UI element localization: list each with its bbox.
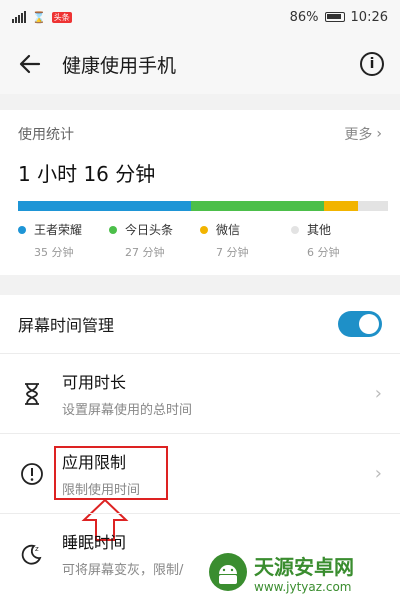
- usage-legend: 王者荣耀 35 分钟 今日头条 27 分钟 微信 7 分钟 其他 6 分钟: [18, 221, 382, 260]
- back-button[interactable]: [16, 50, 44, 78]
- list-item-app-limit[interactable]: 应用限制 限制使用时间 ›: [0, 433, 400, 541]
- list-item-usage-duration[interactable]: 可用时长 设置屏幕使用的总时间 ›: [0, 353, 400, 433]
- battery-icon: [324, 12, 345, 22]
- clock: 10:26: [350, 9, 388, 25]
- legend-item: 王者荣耀 35 分钟: [18, 221, 109, 260]
- back-arrow-icon: [19, 54, 41, 74]
- legend-dot: [200, 225, 208, 234]
- legend-dot: [18, 225, 26, 234]
- legend-item: 微信 7 分钟: [200, 221, 291, 260]
- legend-dot: [109, 225, 117, 234]
- item-title: 可用时长: [62, 373, 127, 392]
- status-left: ⌛ 头条: [12, 11, 72, 24]
- usage-bar-segment: [358, 201, 388, 211]
- alert-circle-icon: [18, 460, 46, 488]
- legend-app-minutes: 35 分钟: [34, 246, 74, 259]
- usage-bar: [18, 201, 388, 211]
- screen: ⌛ 头条 86% 10:26 健康使用手机 i 使用统计 更多 › 1 小时 1…: [0, 0, 400, 600]
- chevron-right-icon: ›: [374, 383, 382, 404]
- legend-app-name: 王者荣耀: [34, 223, 83, 237]
- info-icon: i: [369, 56, 375, 72]
- usage-label: 使用统计: [18, 127, 74, 143]
- usage-bar-segment: [190, 201, 324, 211]
- screen-time-toggle[interactable]: [338, 311, 382, 337]
- legend-app-name: 微信: [216, 223, 241, 237]
- usage-bar-segment: [323, 201, 359, 211]
- news-app-icon: 头条: [51, 11, 72, 23]
- status-right: 86% 10:26: [290, 10, 388, 25]
- screen-time-label: 屏幕时间管理: [18, 316, 115, 335]
- legend-app-minutes: 27 分钟: [125, 246, 165, 259]
- watermark-url: www.jytyaz.com: [254, 579, 352, 594]
- usage-bar-segment: [18, 201, 191, 211]
- more-link[interactable]: 更多 ›: [344, 124, 382, 144]
- watermark: 天源安卓网 www.jytyaz.com: [208, 548, 398, 596]
- item-subtitle: 设置屏幕使用的总时间: [62, 403, 193, 418]
- page-title: 健康使用手机: [62, 54, 177, 77]
- legend-app-minutes: 6 分钟: [307, 246, 340, 259]
- android-logo-icon: [209, 553, 247, 591]
- usage-total: 1 小时 16 分钟: [18, 162, 156, 186]
- battery-percent: 86%: [289, 9, 319, 25]
- usage-card: 使用统计 更多 › 1 小时 16 分钟 王者荣耀 35 分钟 今日头条 27 分钟 微…: [0, 110, 400, 275]
- signal-icon: [12, 11, 26, 23]
- header: 健康使用手机 i: [0, 34, 400, 94]
- chevron-right-icon: ›: [376, 126, 382, 142]
- hourglass-icon: [18, 380, 46, 408]
- hourglass-status-icon: ⌛: [32, 10, 46, 24]
- legend-app-name: 其他: [307, 223, 332, 237]
- moon-icon: z: [18, 540, 46, 568]
- screen-time-row: 屏幕时间管理: [0, 295, 400, 353]
- info-button[interactable]: i: [360, 52, 384, 76]
- legend-item: 其他 6 分钟: [291, 221, 382, 260]
- chevron-right-icon: ›: [374, 463, 382, 484]
- legend-app-minutes: 7 分钟: [216, 246, 249, 259]
- legend-dot: [291, 225, 299, 234]
- legend-item: 今日头条 27 分钟: [109, 221, 200, 260]
- more-label: 更多: [344, 127, 373, 143]
- legend-app-name: 今日头条: [125, 223, 174, 237]
- highlight-box: [54, 446, 168, 500]
- watermark-title: 天源安卓网: [254, 554, 354, 579]
- status-bar: ⌛ 头条 86% 10:26: [0, 0, 400, 34]
- svg-text:z: z: [35, 545, 39, 553]
